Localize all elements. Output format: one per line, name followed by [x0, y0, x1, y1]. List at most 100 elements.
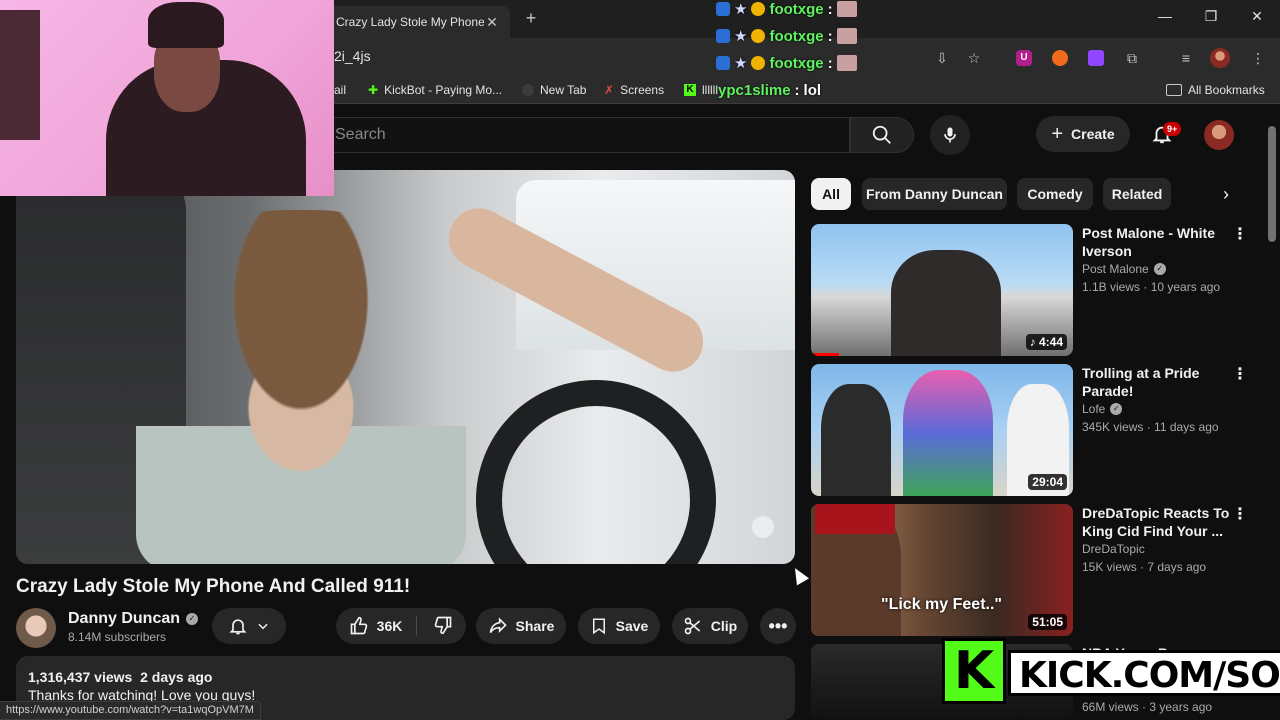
address-bar[interactable]: 2i_4js	[334, 48, 371, 64]
coin-icon	[751, 2, 766, 16]
extension-orange-icon[interactable]	[1050, 48, 1070, 68]
voice-search-button[interactable]	[930, 115, 970, 155]
verified-icon: ✓	[1153, 263, 1166, 275]
kick-logo-icon: K	[942, 638, 1006, 704]
watch-progress	[811, 353, 839, 356]
more-vertical-icon[interactable]: ⋮	[1232, 224, 1248, 244]
dislike-button[interactable]	[425, 615, 453, 638]
new-tab-button[interactable]: +	[520, 7, 542, 29]
star-icon: ★	[734, 1, 748, 18]
verified-badge-icon	[716, 56, 730, 70]
share-button[interactable]: Share	[476, 608, 566, 644]
video-duration: 29:04	[1028, 474, 1067, 490]
related-thumbnail[interactable]: 29:04	[811, 364, 1073, 496]
extensions-puzzle-icon[interactable]: ⧉	[1122, 48, 1142, 68]
bookmark-kick[interactable]: Kllllll	[684, 83, 718, 97]
close-tab-icon[interactable]: ✕	[484, 14, 500, 31]
search-input[interactable]: Search	[318, 117, 850, 153]
more-vertical-icon[interactable]: ⋮	[1232, 364, 1248, 384]
bookmark-kickbot[interactable]: ✚ KickBot - Paying Mo...	[368, 83, 502, 97]
related-thumbnail[interactable]: ♪ 4:44	[811, 224, 1073, 356]
minimize-icon[interactable]: —	[1154, 8, 1176, 24]
coin-icon	[751, 56, 766, 70]
steering-wheel	[476, 380, 716, 564]
all-bookmarks-button[interactable]: All Bookmarks	[1166, 83, 1265, 97]
browser-tab[interactable]: Crazy Lady Stole My Phone ✕	[326, 6, 510, 38]
channel-name[interactable]: Danny Duncan ✓	[68, 610, 199, 628]
driver	[136, 210, 466, 564]
more-vertical-icon[interactable]: ⋮	[1232, 504, 1248, 524]
like-count: 36K	[376, 618, 403, 634]
coin-icon	[751, 29, 766, 43]
search-button[interactable]	[850, 117, 914, 153]
chevron-right-icon[interactable]: ›	[1212, 180, 1240, 208]
globe-icon	[522, 84, 534, 96]
thumbs-up-icon	[350, 616, 367, 635]
related-title[interactable]: Trolling at a Pride Parade!	[1082, 364, 1232, 400]
scissors-icon	[684, 617, 700, 635]
view-stats: 1,316,437 views 2 days ago	[28, 669, 213, 685]
like-button[interactable]: 36K	[349, 616, 418, 636]
kick-icon: K	[684, 84, 696, 96]
video-duration: 51:05	[1028, 614, 1067, 630]
folder-icon	[1166, 84, 1182, 96]
notification-badge: 9+	[1163, 122, 1182, 136]
bookmark-screens[interactable]: ✗ Screens	[604, 83, 664, 97]
chat-message: ★ footxge:	[716, 0, 857, 18]
screens-icon: ✗	[604, 83, 615, 97]
bookmark-new-tab[interactable]: New Tab	[522, 83, 586, 97]
related-channel[interactable]: DreDaTopic	[1082, 542, 1145, 556]
star-icon: ★	[734, 28, 748, 45]
tab-title: Crazy Lady Stole My Phone	[336, 15, 484, 29]
verified-badge-icon	[716, 2, 730, 16]
subscriber-count: 8.14M subscribers	[68, 630, 167, 644]
save-button[interactable]: Save	[578, 608, 660, 644]
install-app-icon[interactable]: ⇩	[932, 48, 952, 68]
restore-icon[interactable]: ❐	[1200, 8, 1222, 25]
create-button[interactable]: + Create	[1036, 116, 1130, 152]
verified-icon: ✓	[186, 613, 199, 625]
close-window-icon[interactable]: ✕	[1246, 8, 1268, 25]
mouse-cursor-icon	[788, 564, 810, 586]
subscribed-notifications-button[interactable]	[212, 608, 286, 644]
sidebar-scrollbar[interactable]	[1268, 126, 1276, 242]
channel-avatar[interactable]	[16, 608, 56, 648]
related-meta: 1.1B views · 10 years ago	[1082, 280, 1221, 294]
related-channel[interactable]: Lofe ✓	[1082, 402, 1123, 416]
chip-related[interactable]: Related	[1103, 178, 1171, 210]
emote-icon	[836, 55, 857, 71]
kick-url: KICK.COM/SO1Z	[1008, 650, 1280, 696]
emote-icon	[836, 1, 857, 17]
video-player[interactable]	[16, 170, 795, 564]
link-status-bar: https://www.youtube.com/watch?v=ta1wqOpV…	[0, 701, 261, 720]
related-title[interactable]: Post Malone - White Iverson	[1082, 224, 1232, 260]
like-dislike-group: 36K	[336, 608, 466, 644]
verified-icon: ✓	[1110, 403, 1123, 415]
bell-icon	[229, 619, 247, 635]
emote-icon	[836, 28, 857, 44]
related-title[interactable]: DreDaTopic Reacts To King Cid Find Your …	[1082, 504, 1232, 540]
search-icon	[872, 125, 891, 144]
browser-menu-icon[interactable]: ⋮	[1248, 48, 1268, 68]
media-controls-icon[interactable]: ≡	[1176, 48, 1196, 68]
related-meta: 15K views · 7 days ago	[1082, 560, 1207, 574]
channel-watermark[interactable]	[752, 516, 774, 538]
chat-message: ★ footxge:	[716, 54, 857, 72]
bookmark-star-icon[interactable]: ☆	[964, 48, 984, 68]
more-horizontal-icon: •••	[768, 615, 788, 636]
chip-from-channel[interactable]: From Danny Duncan	[862, 178, 1007, 210]
related-channel[interactable]: Post Malone ✓	[1082, 262, 1166, 276]
related-meta: 345K views · 11 days ago	[1082, 420, 1219, 434]
more-actions-button[interactable]: •••	[760, 608, 796, 644]
chip-comedy[interactable]: Comedy	[1017, 178, 1093, 210]
chip-all[interactable]: All	[811, 178, 851, 210]
twitch-extension-icon[interactable]	[1086, 48, 1106, 68]
related-thumbnail[interactable]: "Lick my Feet.." 51:05	[811, 504, 1073, 636]
account-avatar[interactable]	[1204, 120, 1234, 150]
extension-u-icon[interactable]: U	[1014, 48, 1034, 68]
profile-avatar-icon[interactable]	[1210, 48, 1230, 68]
chat-message: ★ footxge:	[716, 27, 857, 45]
kick-promo-overlay: K KICK.COM/SO1Z	[942, 636, 1280, 708]
bookmark-item[interactable]: ail	[334, 83, 346, 97]
clip-button[interactable]: Clip	[672, 608, 748, 644]
